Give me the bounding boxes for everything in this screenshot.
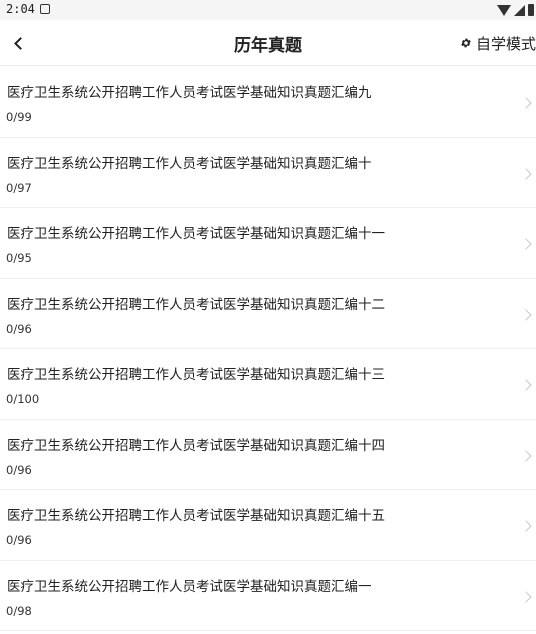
wifi-icon [497,4,511,16]
list-item[interactable]: 医疗卫生系统公开招聘工作人员考试医学基础知识真题汇编十五 0/96 [0,490,536,561]
exam-list: 医疗卫生系统公开招聘工作人员考试医学基础知识真题汇编九 0/99 医疗卫生系统公… [0,67,536,631]
self-study-mode-button[interactable]: 自学模式 [460,31,536,55]
item-progress: 0/97 [6,180,32,195]
gear-icon [461,38,471,48]
item-progress: 0/96 [6,321,32,336]
item-title: 医疗卫生系统公开招聘工作人员考试医学基础知识真题汇编十一 [7,226,385,242]
list-item[interactable]: 医疗卫生系统公开招聘工作人员考试医学基础知识真题汇编十四 0/96 [0,420,536,490]
item-progress: 0/95 [6,251,32,265]
list-item[interactable]: 医疗卫生系统公开招聘工作人员考试医学基础知识真题汇编十三 0/100 [0,349,536,420]
chevron-right-icon [520,167,532,180]
status-time: 2:04 [6,2,35,16]
item-title: 医疗卫生系统公开招聘工作人员考试医学基础知识真题汇编九 [7,85,372,101]
item-title: 医疗卫生系统公开招聘工作人员考试医学基础知识真题汇编十三 [7,367,385,383]
list-item[interactable]: 医疗卫生系统公开招聘工作人员考试医学基础知识真题汇编九 0/99 [0,67,536,138]
list-item[interactable]: 医疗卫生系统公开招聘工作人员考试医学基础知识真题汇编十一 0/95 [0,208,536,279]
page-title: 历年真题 [234,36,302,56]
list-item[interactable]: 医疗卫生系统公开招聘工作人员考试医学基础知识真题汇编十二 0/96 [0,279,536,349]
item-progress: 0/98 [6,603,32,618]
item-progress: 0/96 [6,462,32,477]
back-button[interactable] [6,31,30,55]
chevron-right-icon [520,97,532,109]
chevron-left-icon [13,36,27,50]
list-item[interactable]: 医疗卫生系统公开招聘工作人员考试医学基础知识真题汇编一 0/98 [0,561,536,631]
chevron-right-icon [520,379,532,391]
battery-icon [528,4,534,16]
chevron-right-icon [520,520,532,532]
app-notification-icon [40,4,50,14]
signal-icon [514,4,525,16]
status-bar: 2:04 [0,0,536,20]
chevron-right-icon [520,238,532,250]
item-title: 医疗卫生系统公开招聘工作人员考试医学基础知识真题汇编十二 [7,296,385,313]
app-header: 历年真题 自学模式 [0,20,536,66]
status-icons [497,3,534,17]
item-title: 医疗卫生系统公开招聘工作人员考试医学基础知识真题汇编十 [7,155,372,172]
chevron-right-icon [520,449,532,462]
item-title: 医疗卫生系统公开招聘工作人员考试医学基础知识真题汇编十五 [7,508,385,524]
list-item[interactable]: 医疗卫生系统公开招聘工作人员考试医学基础知识真题汇编十 0/97 [0,138,536,208]
item-title: 医疗卫生系统公开招聘工作人员考试医学基础知识真题汇编一 [7,578,372,595]
chevron-right-icon [520,590,532,603]
item-title: 医疗卫生系统公开招聘工作人员考试医学基础知识真题汇编十四 [7,437,385,454]
item-progress: 0/99 [6,110,32,124]
item-progress: 0/96 [6,533,32,547]
item-progress: 0/100 [6,392,40,406]
self-study-mode-label: 自学模式 [475,34,536,53]
chevron-right-icon [520,308,532,321]
